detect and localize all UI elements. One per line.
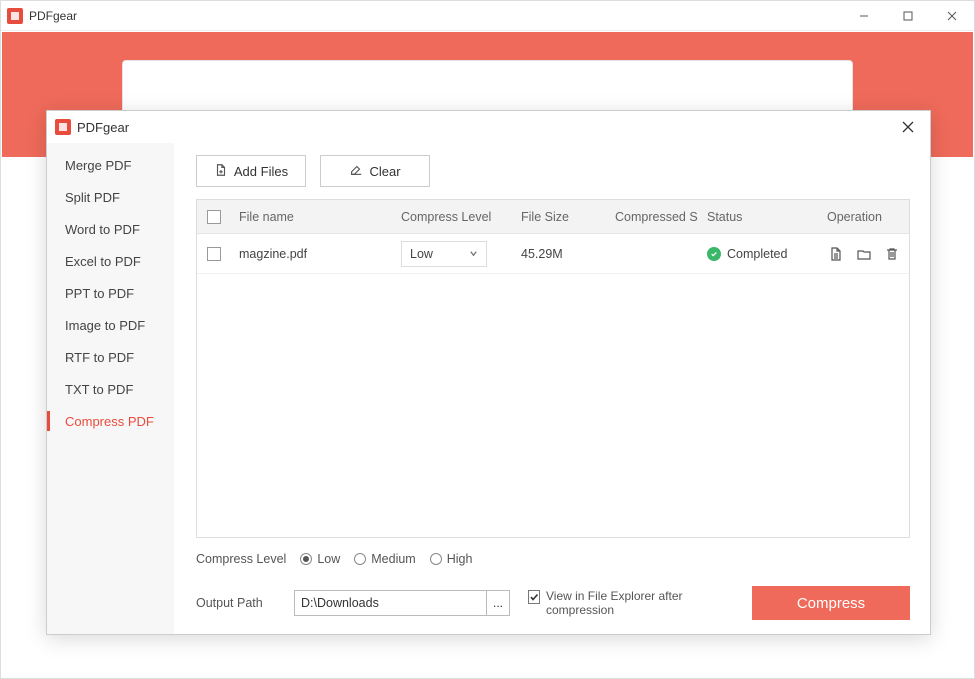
radio-low[interactable]: Low [300, 552, 340, 566]
cell-status-text: Completed [727, 247, 787, 261]
table-row: magzine.pdf Low 45.29M [197, 234, 909, 274]
header-file-size[interactable]: File Size [513, 200, 607, 233]
add-files-label: Add Files [234, 164, 288, 179]
row-checkbox[interactable] [207, 247, 221, 261]
row-compress-level-select[interactable]: Low [401, 241, 487, 267]
compress-level-label: Compress Level [196, 552, 286, 566]
view-in-explorer-option[interactable]: View in File Explorer after compression [528, 589, 698, 617]
minimize-button[interactable] [842, 1, 886, 31]
clear-button[interactable]: Clear [320, 155, 430, 187]
sidebar-item-label: Word to PDF [65, 222, 140, 237]
inner-close-button[interactable] [896, 115, 920, 139]
open-folder-icon[interactable] [855, 245, 873, 263]
radio-label: Medium [371, 552, 415, 566]
inner-body: Merge PDF Split PDF Word to PDF Excel to… [47, 143, 930, 634]
table-header: File name Compress Level File Size Compr… [197, 200, 909, 234]
sidebar-item-image-to-pdf[interactable]: Image to PDF [47, 309, 174, 341]
sidebar-item-txt-to-pdf[interactable]: TXT to PDF [47, 373, 174, 405]
radio-label: High [447, 552, 473, 566]
output-row: Output Path ... View in File Explorer af… [196, 586, 910, 620]
inner-window: PDFgear Merge PDF Split PDF Word to PDF … [46, 110, 931, 635]
header-compressed-size[interactable]: Compressed S [607, 200, 699, 233]
window-controls [842, 1, 974, 31]
inner-titlebar: PDFgear [47, 111, 930, 143]
clear-icon [349, 163, 363, 180]
chevron-down-icon [469, 247, 478, 261]
sidebar-item-merge-pdf[interactable]: Merge PDF [47, 149, 174, 181]
sidebar-item-label: Excel to PDF [65, 254, 141, 269]
add-file-icon [214, 163, 228, 180]
compress-button-label: Compress [797, 595, 865, 612]
select-all-checkbox[interactable] [207, 210, 221, 224]
sidebar: Merge PDF Split PDF Word to PDF Excel to… [47, 143, 174, 634]
radio-high[interactable]: High [430, 552, 473, 566]
sidebar-item-split-pdf[interactable]: Split PDF [47, 181, 174, 213]
sidebar-item-label: Image to PDF [65, 318, 145, 333]
bottom-controls: Compress Level Low Medium High Output Pa… [196, 552, 910, 620]
view-checkbox-label: View in File Explorer after compression [546, 589, 698, 617]
delete-icon[interactable] [883, 245, 901, 263]
sidebar-item-label: TXT to PDF [65, 382, 133, 397]
compress-level-row: Compress Level Low Medium High [196, 552, 910, 566]
radio-medium[interactable]: Medium [354, 552, 415, 566]
add-files-button[interactable]: Add Files [196, 155, 306, 187]
cell-file-size: 45.29M [513, 234, 607, 273]
inner-window-title: PDFgear [77, 120, 129, 135]
sidebar-item-compress-pdf[interactable]: Compress PDF [47, 405, 174, 437]
sidebar-item-label: Split PDF [65, 190, 120, 205]
sidebar-item-excel-to-pdf[interactable]: Excel to PDF [47, 245, 174, 277]
output-path-label: Output Path [196, 596, 276, 610]
sidebar-item-label: PPT to PDF [65, 286, 134, 301]
app-icon [55, 119, 71, 135]
browse-button[interactable]: ... [486, 590, 510, 616]
sidebar-item-label: Compress PDF [65, 414, 154, 429]
sidebar-item-label: RTF to PDF [65, 350, 134, 365]
outer-body: PDFgear Merge PDF Split PDF Word to PDF … [2, 32, 973, 677]
app-icon [7, 8, 23, 24]
header-status[interactable]: Status [699, 200, 819, 233]
toolbar: Add Files Clear [196, 155, 910, 187]
sidebar-item-word-to-pdf[interactable]: Word to PDF [47, 213, 174, 245]
header-compress-level[interactable]: Compress Level [393, 200, 513, 233]
maximize-button[interactable] [886, 1, 930, 31]
main-panel: Add Files Clear File name [174, 143, 930, 634]
outer-window: PDFgear PDFgear [0, 0, 975, 679]
outer-window-title: PDFgear [29, 9, 77, 23]
sidebar-item-rtf-to-pdf[interactable]: RTF to PDF [47, 341, 174, 373]
output-path-input[interactable] [294, 590, 486, 616]
clear-label: Clear [369, 164, 400, 179]
close-button[interactable] [930, 1, 974, 31]
radio-label: Low [317, 552, 340, 566]
header-operation[interactable]: Operation [819, 200, 909, 233]
file-table: File name Compress Level File Size Compr… [196, 199, 910, 538]
output-path-wrap: ... [294, 590, 510, 616]
open-file-icon[interactable] [827, 245, 845, 263]
status-success-icon [707, 247, 721, 261]
sidebar-item-ppt-to-pdf[interactable]: PPT to PDF [47, 277, 174, 309]
cell-filename: magzine.pdf [231, 234, 393, 273]
header-filename[interactable]: File name [231, 200, 393, 233]
cell-compressed-size [607, 234, 699, 273]
view-checkbox[interactable] [528, 590, 540, 604]
sidebar-item-label: Merge PDF [65, 158, 131, 173]
row-level-value: Low [410, 247, 433, 261]
compress-button[interactable]: Compress [752, 586, 910, 620]
outer-titlebar: PDFgear [1, 1, 974, 31]
